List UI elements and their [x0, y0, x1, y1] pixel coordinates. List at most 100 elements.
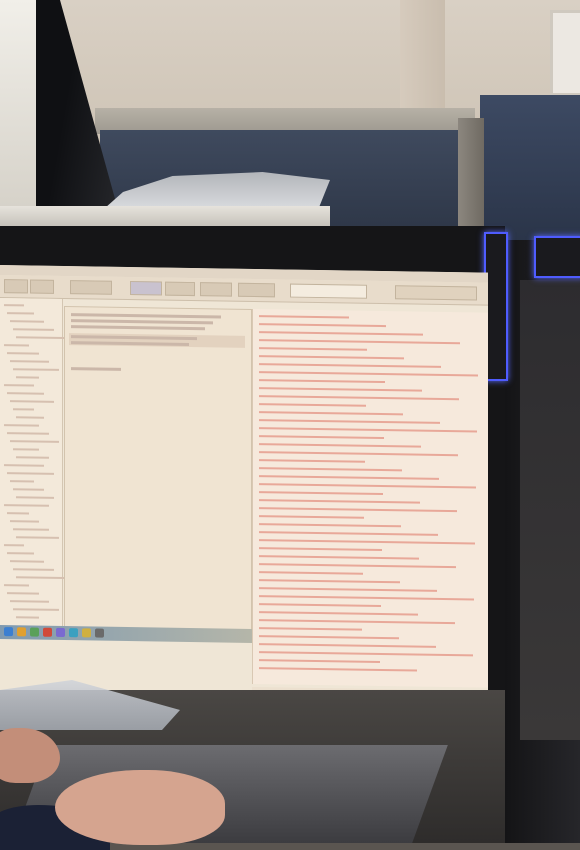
tree-item[interactable]	[4, 544, 24, 547]
log-line	[259, 443, 421, 448]
log-line	[259, 323, 386, 328]
detail-pane[interactable]	[64, 306, 252, 631]
log-line	[259, 587, 437, 592]
log-line	[259, 627, 362, 631]
toolbar-button[interactable]	[200, 282, 232, 297]
tree-item[interactable]	[13, 408, 34, 411]
log-line	[259, 371, 478, 377]
tree-item[interactable]	[4, 304, 24, 307]
toolbar-button[interactable]	[30, 279, 54, 294]
tree-item[interactable]	[16, 536, 59, 539]
tree-item[interactable]	[13, 368, 59, 371]
toolbar-button[interactable]	[130, 281, 162, 296]
taskbar-app-icon[interactable]	[95, 628, 104, 638]
tree-item[interactable]	[16, 496, 54, 499]
log-line	[259, 451, 458, 457]
search-input[interactable]	[290, 283, 367, 299]
monitor-screen	[0, 265, 488, 738]
log-line	[259, 539, 475, 545]
picture-frame	[550, 10, 580, 96]
tree-item[interactable]	[4, 424, 39, 427]
tree-item[interactable]	[16, 416, 44, 419]
tree-item[interactable]	[16, 336, 64, 340]
tree-item[interactable]	[16, 576, 64, 580]
tree-item[interactable]	[7, 512, 29, 515]
tree-item[interactable]	[4, 504, 49, 507]
taskbar-app-icon[interactable]	[17, 627, 26, 637]
log-line	[259, 579, 400, 584]
tree-item[interactable]	[16, 376, 39, 379]
partition-post	[458, 118, 484, 238]
tree-item[interactable]	[16, 456, 49, 459]
find-button[interactable]	[395, 285, 477, 301]
log-line	[259, 339, 460, 345]
tree-item[interactable]	[10, 480, 34, 483]
log-line	[259, 379, 385, 384]
tree-item[interactable]	[7, 392, 44, 395]
log-line	[259, 467, 402, 472]
tree-item[interactable]	[10, 560, 44, 563]
wall-pillar	[400, 0, 445, 110]
toolbar-button[interactable]	[238, 282, 275, 298]
taskbar-app-icon[interactable]	[69, 628, 78, 638]
log-line	[259, 419, 440, 424]
detail-row	[71, 313, 221, 319]
tree-item[interactable]	[4, 584, 29, 587]
tree-item[interactable]	[10, 600, 49, 603]
log-line	[259, 531, 438, 536]
tree-item[interactable]	[13, 528, 49, 531]
log-line	[259, 387, 422, 392]
tree-item[interactable]	[7, 552, 34, 555]
taskbar-app-icon[interactable]	[82, 628, 91, 638]
toolbar-button[interactable]	[70, 280, 112, 295]
tree-item[interactable]	[16, 616, 39, 619]
log-line	[259, 363, 441, 368]
tree-pane[interactable]	[0, 298, 64, 629]
log-line	[259, 491, 383, 496]
tree-item[interactable]	[4, 344, 29, 347]
taskbar-app-icon[interactable]	[4, 627, 13, 637]
log-line	[259, 355, 404, 360]
side-monitor-screen	[520, 280, 580, 740]
tree-item[interactable]	[7, 472, 54, 475]
tree-item[interactable]	[10, 520, 39, 523]
tree-item[interactable]	[7, 592, 39, 595]
taskbar-app-icon[interactable]	[43, 627, 52, 637]
log-line	[259, 395, 459, 401]
tree-item[interactable]	[13, 488, 44, 491]
log-line	[259, 435, 384, 440]
tree-item[interactable]	[10, 440, 59, 443]
tree-item[interactable]	[7, 352, 39, 355]
tree-item[interactable]	[7, 432, 49, 435]
tree-item[interactable]	[7, 312, 34, 315]
log-line	[259, 619, 455, 625]
toolbar-button[interactable]	[165, 281, 195, 297]
log-line	[259, 571, 363, 575]
tree-item[interactable]	[4, 384, 34, 387]
log-line	[259, 523, 401, 528]
log-line	[259, 475, 439, 480]
taskbar[interactable]	[0, 625, 252, 643]
cubicle-partition-right	[480, 95, 580, 245]
taskbar-app-icon[interactable]	[30, 627, 39, 637]
log-pane[interactable]	[252, 308, 488, 688]
log-line	[259, 563, 456, 569]
taskbar-app-icon[interactable]	[56, 627, 65, 638]
led-strip-icon	[534, 236, 580, 278]
log-line	[259, 331, 423, 336]
right-hand	[55, 770, 225, 845]
tree-item[interactable]	[13, 328, 54, 331]
tree-item[interactable]	[13, 608, 59, 611]
log-line	[259, 499, 420, 504]
tree-item[interactable]	[10, 400, 54, 403]
detail-row	[71, 367, 121, 371]
log-line	[259, 547, 382, 552]
log-line	[259, 427, 477, 433]
tree-item[interactable]	[4, 464, 44, 467]
tree-item[interactable]	[13, 448, 39, 451]
log-line	[259, 315, 349, 319]
tree-item[interactable]	[10, 360, 49, 363]
tree-item[interactable]	[13, 568, 54, 571]
tree-item[interactable]	[10, 320, 44, 323]
toolbar-button[interactable]	[4, 279, 28, 294]
